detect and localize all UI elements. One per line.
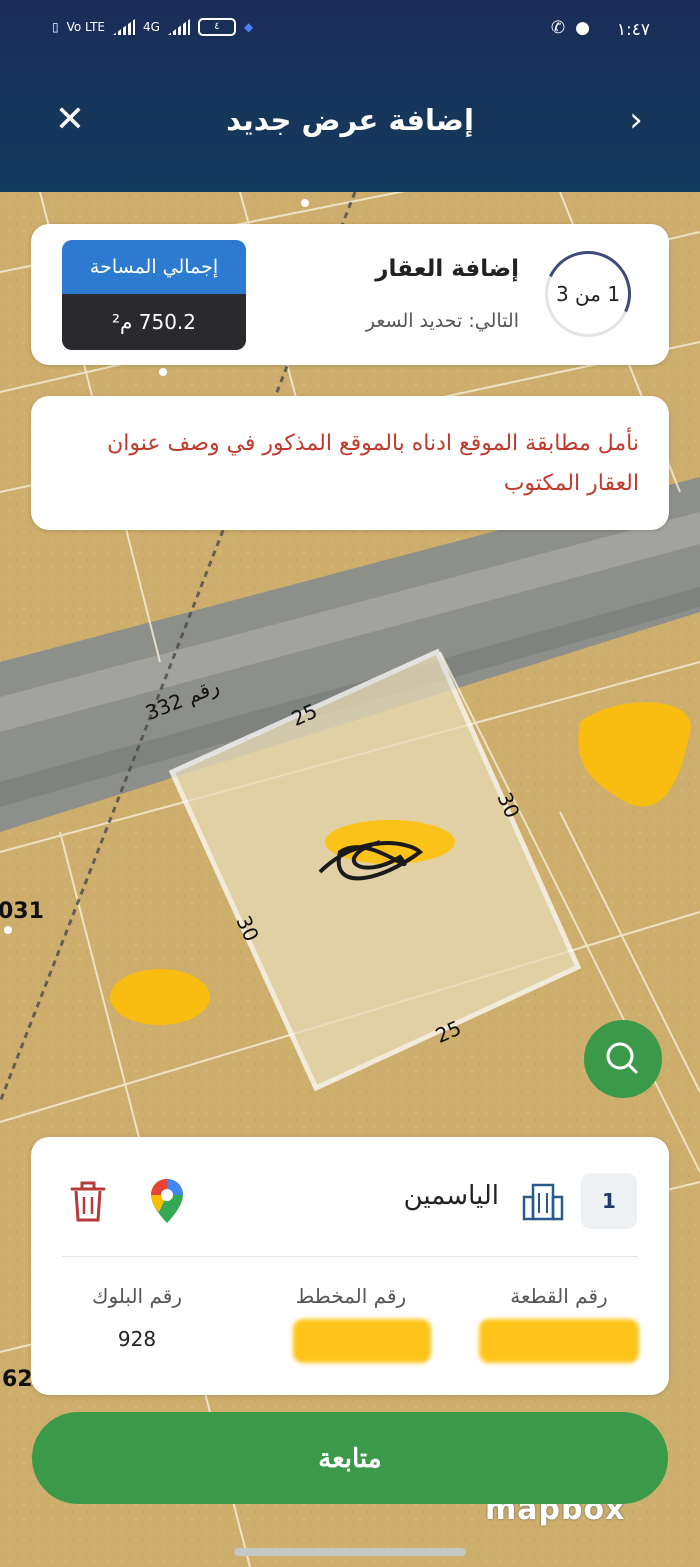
map-edge-label: 031 [0, 899, 44, 924]
whatsapp-icon: ✆ [550, 18, 566, 38]
signal-icon-2 [167, 19, 190, 35]
notification-icon: ● [575, 18, 590, 38]
vibrate-icon: ▯ [52, 20, 59, 34]
block-number-value: 928 [117, 1327, 157, 1351]
status-system-icons: ▯ Vo LTE 4G ٤ ◆ [52, 18, 253, 36]
building-icon [522, 1183, 564, 1221]
chevron-right-icon[interactable]: › [612, 98, 660, 146]
location-note-text: نأمل مطابقة الموقع ادناه بالموقع المذكور… [107, 431, 639, 496]
property-info-card: 1 الياسمين رقم القطعة رقم المخطط رقم الب… [31, 1137, 669, 1395]
next-step-label: التالي: تحديد السعر [365, 310, 519, 332]
plot-number-label: رقم القطعة [510, 1284, 608, 1308]
total-area-label: إجمالي المساحة [62, 240, 246, 294]
property-index-badge: 1 [581, 1173, 637, 1229]
trash-icon[interactable] [69, 1181, 107, 1223]
status-bar: ١:٤٧ ✆ ● ▯ Vo LTE 4G ٤ ◆ [0, 0, 700, 62]
location-note-card: نأمل مطابقة الموقع ادناه بالموقع المذكور… [31, 396, 669, 530]
battery-level: ٤ [214, 21, 220, 32]
plot-number-redacted [479, 1319, 639, 1363]
neighborhood-name: الياسمين [403, 1181, 499, 1211]
continue-button[interactable]: متابعة [32, 1412, 668, 1504]
search-icon [606, 1042, 638, 1074]
home-indicator [234, 1548, 466, 1556]
page-title: إضافة عرض جديد [226, 103, 474, 137]
map-search-button[interactable] [584, 1020, 662, 1098]
plan-number-label: رقم المخطط [295, 1284, 407, 1308]
plan-number-redacted [293, 1319, 431, 1363]
battery-icon: ٤ [197, 18, 236, 36]
status-app-icons: ✆ ● [551, 18, 590, 38]
step-card: 1 من 3 إضافة العقار التالي: تحديد السعر … [31, 224, 669, 365]
app-header: ١:٤٧ ✆ ● ▯ Vo LTE 4G ٤ ◆ ✕ إضافة عرض جدي… [0, 0, 700, 192]
step-title: إضافة العقار [375, 256, 519, 282]
step-counter: 1 من 3 [555, 282, 621, 306]
card-divider [62, 1256, 638, 1257]
network-label: 4G [143, 20, 160, 34]
google-maps-icon[interactable] [147, 1177, 187, 1225]
total-area-value: 750.2 م² [62, 294, 246, 350]
total-area-box: إجمالي المساحة 750.2 م² [62, 240, 246, 350]
location-icon: ◆ [243, 20, 254, 34]
status-time: ١:٤٧ [616, 20, 650, 40]
block-number-label: رقم البلوك [91, 1284, 182, 1308]
volte-label: Vo LTE [66, 20, 105, 34]
signal-icon [113, 19, 135, 35]
